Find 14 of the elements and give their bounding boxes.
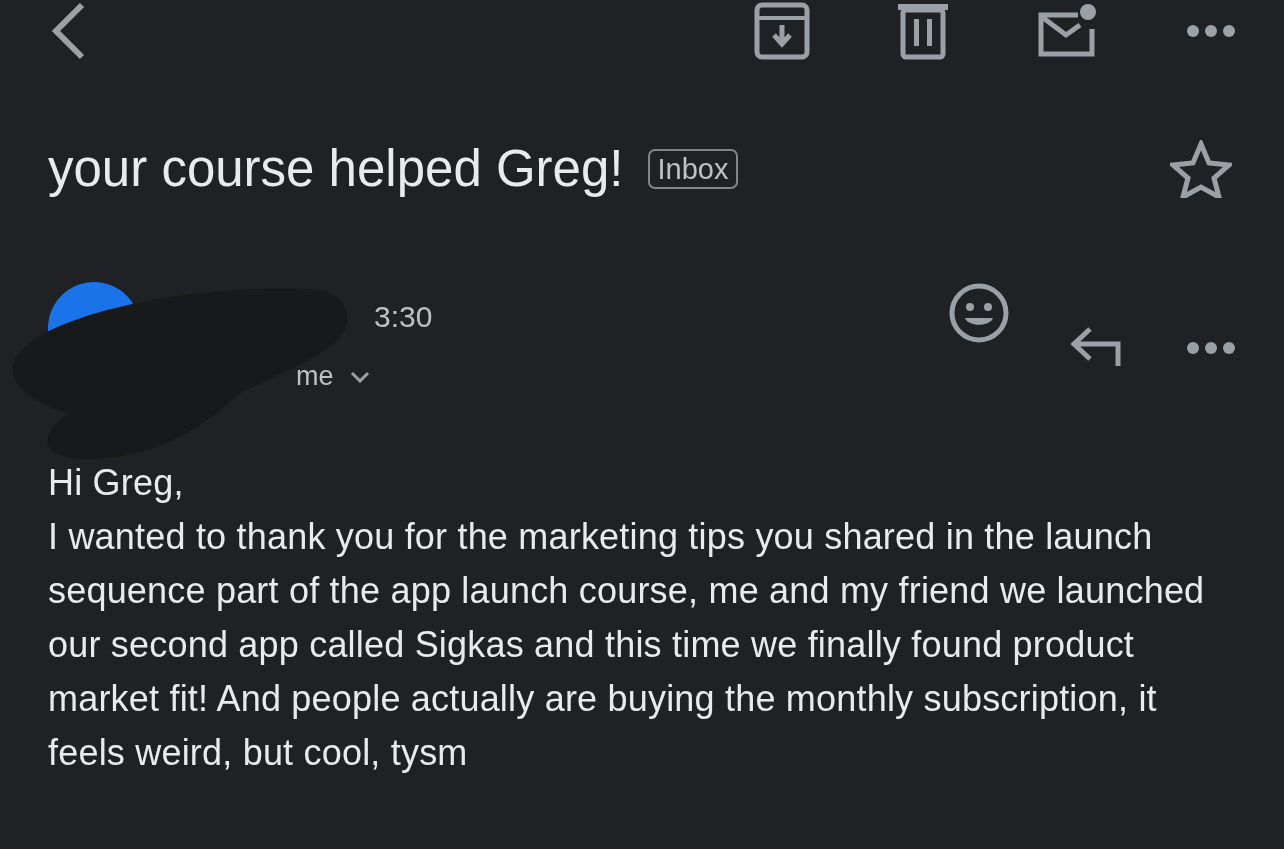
recipient-dropdown[interactable]: me [296, 363, 370, 390]
chevron-down-icon [349, 370, 370, 383]
message-time: 3:30 [374, 299, 433, 335]
email-subject: your course helped Greg! [48, 140, 624, 198]
star-button[interactable] [1170, 140, 1232, 198]
mark-unread-button[interactable] [1036, 3, 1098, 59]
greeting-text: Hi Greg, [48, 461, 185, 505]
message-text: I wanted to thank you for the marketing tips you shared in the launch sequence part of the app launch course, me and my friend we launched our second app called Sigkas and this time we finally found product market fit! And people actually are buying the monthly subscription, it feels weird, but cool, tysm [48, 515, 1206, 775]
emoji-reaction-button[interactable] [948, 282, 1010, 344]
message-more-button[interactable] [1186, 341, 1236, 355]
inbox-label: Inbox [647, 148, 739, 190]
more-options-button[interactable] [1186, 24, 1236, 38]
delete-button[interactable] [898, 2, 948, 60]
archive-button[interactable] [754, 2, 810, 60]
